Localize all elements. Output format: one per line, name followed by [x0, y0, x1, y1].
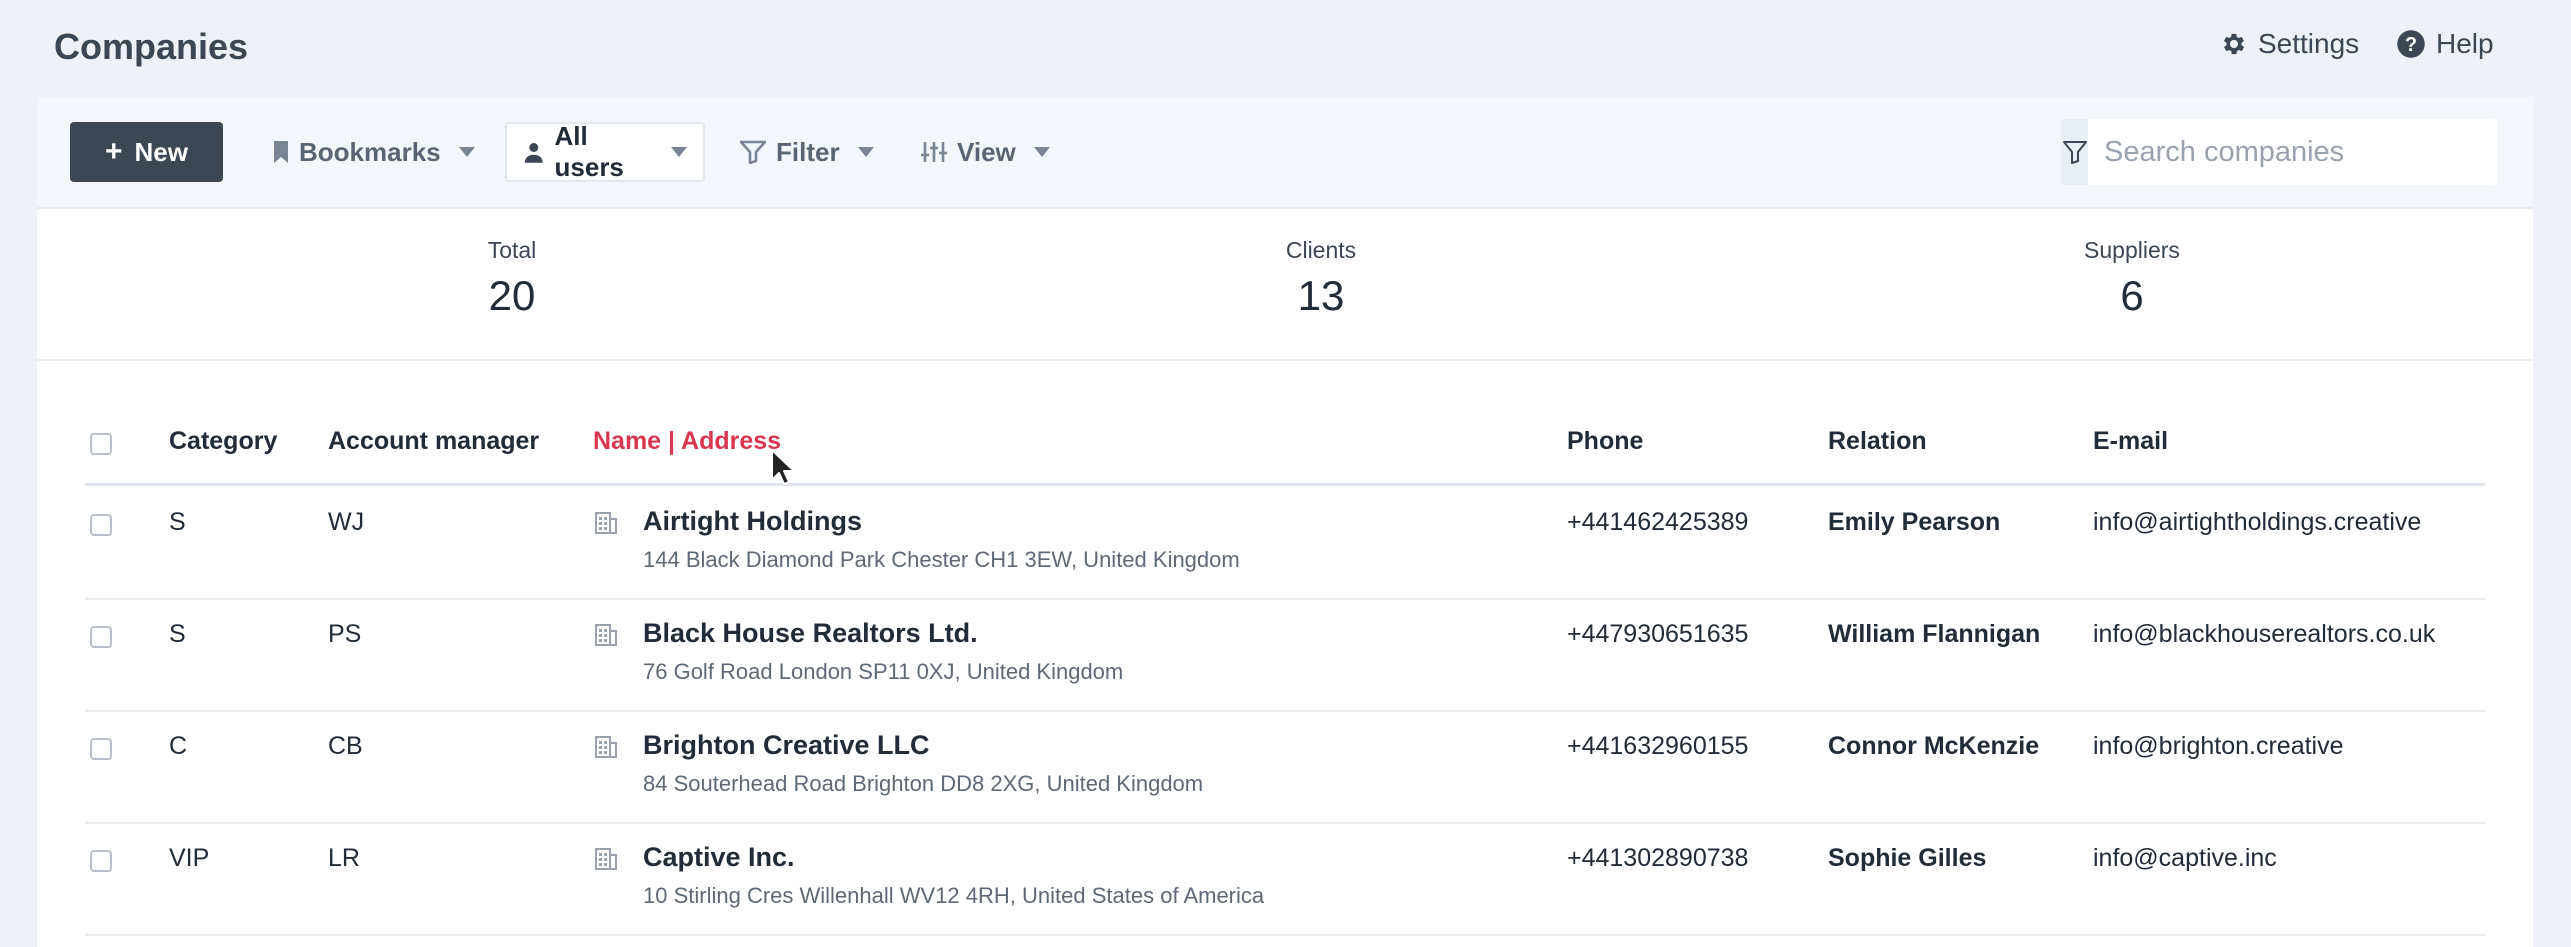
building-icon	[595, 736, 617, 758]
relation-cell[interactable]: Emily Pearson	[1828, 504, 2048, 540]
top-header: Companies Settings ? Help	[0, 0, 2571, 96]
manager-cell: LR	[328, 844, 360, 872]
chevron-down-icon	[1033, 147, 1050, 157]
filter-label: Filter	[776, 136, 840, 167]
building-icon	[595, 848, 617, 870]
search-box	[2061, 119, 2497, 185]
chevron-down-icon	[458, 147, 475, 157]
page-title: Companies	[54, 26, 249, 67]
help-label: Help	[2436, 28, 2494, 59]
name-address-cell: Airtight Holdings 144 Black Diamond Park…	[643, 506, 1240, 573]
column-relation[interactable]: Relation	[1828, 427, 1927, 456]
stat-clients: Clients 13	[1171, 237, 1471, 320]
email-cell[interactable]: info@captive.inc	[2093, 844, 2277, 873]
manager-cell: WJ	[328, 508, 365, 536]
relation-cell[interactable]: William Flannigan	[1828, 616, 2048, 652]
phone-cell[interactable]: +441632960155	[1567, 732, 1748, 761]
all-users-dropdown[interactable]: All users	[505, 121, 705, 182]
building-icon	[595, 512, 617, 534]
stat-label: Suppliers	[2084, 237, 2180, 263]
plus-icon: +	[105, 135, 123, 168]
category-cell: VIP	[169, 844, 210, 872]
chevron-down-icon	[857, 147, 874, 157]
user-icon	[524, 143, 543, 163]
relation-cell[interactable]: Connor McKenzie	[1828, 728, 2048, 764]
stat-total: Total 20	[362, 237, 662, 320]
company-address: 84 Souterhead Road Brighton DD8 2XG, Uni…	[643, 771, 1204, 796]
view-label: View	[957, 136, 1016, 167]
row-checkbox[interactable]	[90, 850, 112, 872]
email-cell[interactable]: info@brighton.creative	[2093, 732, 2344, 761]
new-button[interactable]: + New	[70, 122, 223, 182]
email-cell[interactable]: info@airtightholdings.creative	[2093, 508, 2421, 537]
table-row[interactable]: S PS Black House Realtors Ltd. 76 Golf R…	[85, 598, 2485, 712]
relation-cell[interactable]: Sophie Gilles	[1828, 840, 2048, 876]
view-dropdown[interactable]: View	[921, 122, 1050, 182]
filter-icon	[2062, 141, 2087, 164]
column-email[interactable]: E-mail	[2093, 427, 2168, 456]
stat-value: 20	[488, 272, 536, 319]
bookmark-icon	[274, 141, 288, 163]
chevron-down-icon	[671, 147, 687, 157]
table-row[interactable]: S WJ Airtight Holdings 144 Black Diamond…	[85, 486, 2485, 600]
table-row[interactable]: C CB Brighton Creative LLC 84 Souterhead…	[85, 710, 2485, 824]
column-category[interactable]: Category	[169, 427, 277, 456]
all-users-label: All users	[554, 121, 624, 182]
help-icon: ?	[2397, 30, 2425, 58]
svg-text:?: ?	[2405, 34, 2417, 56]
filter-dropdown[interactable]: Filter	[740, 122, 874, 182]
phone-cell[interactable]: +447930651635	[1567, 620, 1748, 649]
table-header: Category Account manager Name | Address …	[85, 407, 2485, 486]
companies-panel: + New Bookmarks All users Filter View Se…	[37, 97, 2533, 947]
help-link[interactable]: ? Help	[2396, 28, 2494, 60]
company-name-link[interactable]: Black House Realtors Ltd.	[643, 618, 1123, 649]
name-address-cell: Black House Realtors Ltd. 76 Golf Road L…	[643, 618, 1123, 685]
name-address-cell: Brighton Creative LLC 84 Souterhead Road…	[643, 730, 1203, 797]
sliders-icon	[921, 142, 947, 162]
company-name-link[interactable]: Captive Inc.	[643, 842, 1264, 873]
company-name-link[interactable]: Brighton Creative LLC	[643, 730, 1203, 761]
select-all-checkbox[interactable]	[90, 433, 112, 455]
stats-bar: Total 20 Clients 13 Suppliers 6	[37, 209, 2533, 361]
category-cell: S	[169, 620, 186, 648]
column-name-address[interactable]: Name | Address	[593, 427, 781, 456]
stat-value: 6	[2120, 272, 2144, 319]
stat-label: Total	[487, 237, 537, 263]
company-address: 76 Golf Road London SP11 0XJ, United Kin…	[643, 659, 1124, 684]
search-filter-button[interactable]	[2061, 119, 2088, 185]
row-checkbox[interactable]	[90, 626, 112, 648]
company-address: 144 Black Diamond Park Chester CH1 3EW, …	[643, 547, 1240, 572]
table-row[interactable]: VIP LR Captive Inc. 10 Stirling Cres Wil…	[85, 822, 2485, 936]
phone-cell[interactable]: +441462425389	[1567, 508, 1748, 537]
stat-value: 13	[1297, 272, 1345, 319]
stat-label: Clients	[1285, 237, 1357, 263]
mouse-cursor-icon	[771, 449, 795, 485]
building-icon	[595, 624, 617, 646]
phone-cell[interactable]: +441302890738	[1567, 844, 1748, 873]
bookmarks-dropdown[interactable]: Bookmarks	[273, 122, 475, 182]
email-cell[interactable]: info@blackhouserealtors.co.uk	[2093, 620, 2435, 649]
company-address: 10 Stirling Cres Willenhall WV12 4RH, Un…	[643, 883, 1265, 908]
row-checkbox[interactable]	[90, 514, 112, 536]
bookmarks-label: Bookmarks	[299, 136, 441, 167]
column-account-manager[interactable]: Account manager	[328, 427, 539, 456]
category-cell: S	[169, 508, 186, 536]
filter-icon	[740, 140, 766, 164]
toolbar: + New Bookmarks All users Filter View Se…	[37, 97, 2533, 209]
search-input[interactable]	[2088, 119, 2497, 185]
manager-cell: CB	[328, 732, 363, 760]
manager-cell: PS	[328, 620, 362, 648]
settings-label: Settings	[2258, 28, 2360, 59]
name-address-cell: Captive Inc. 10 Stirling Cres Willenhall…	[643, 842, 1264, 909]
gear-icon	[2223, 33, 2245, 55]
column-phone[interactable]: Phone	[1567, 427, 1643, 456]
new-button-label: New	[134, 136, 188, 167]
settings-link[interactable]: Settings	[2220, 28, 2359, 60]
company-name-link[interactable]: Airtight Holdings	[643, 506, 1240, 537]
stat-suppliers: Suppliers 6	[1982, 237, 2282, 320]
row-checkbox[interactable]	[90, 738, 112, 760]
category-cell: C	[169, 732, 188, 760]
